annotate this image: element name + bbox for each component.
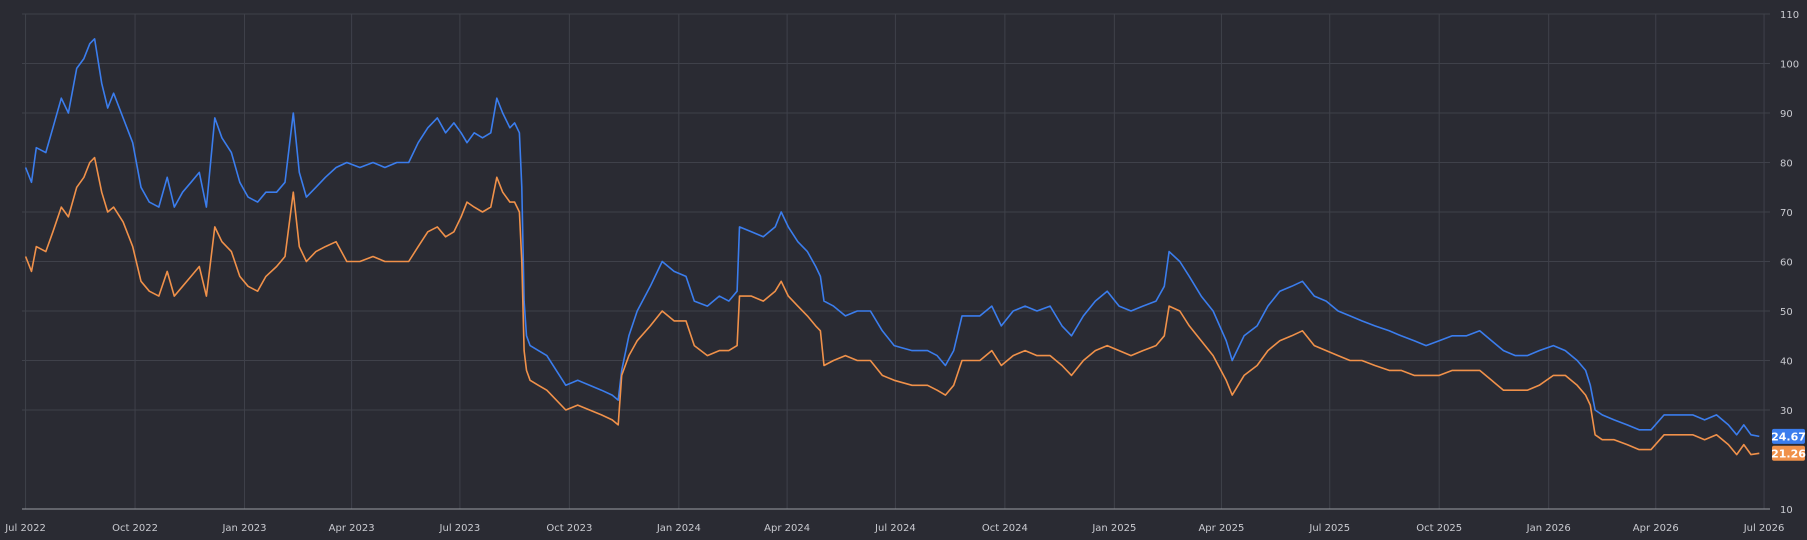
x-tick-label: Oct 2023 <box>546 523 592 534</box>
line-chart: Jul 2022 Oct 2022 Jan 2023 Apr 2023 Jul 2023… <box>4 10 1806 534</box>
last-value-label: 21.26 <box>1771 447 1806 460</box>
x-tick-label: Apr 2026 <box>1633 523 1679 534</box>
x-tick-label: Apr 2023 <box>329 523 375 534</box>
x-tick-label: Oct 2025 <box>1416 523 1462 534</box>
x-tick-label: Jan 2026 <box>1526 523 1571 534</box>
x-tick-label: Jan 2023 <box>221 523 266 534</box>
x-tick-label: Jan 2025 <box>1091 523 1136 534</box>
x-tick-label: Apr 2025 <box>1198 523 1244 534</box>
series-layer <box>24 38 1760 456</box>
x-tick-label: Jan 2024 <box>656 523 701 534</box>
x-tick-label: Jul 2022 <box>4 523 46 534</box>
grid <box>22 13 1770 509</box>
last-value-label: 24.67 <box>1771 430 1806 443</box>
y-tick-label: 110 <box>1780 10 1799 21</box>
last-value-badge-1: 24.67 <box>1771 428 1806 444</box>
y-tick-label: 60 <box>1780 258 1793 269</box>
x-tick-label: Apr 2024 <box>764 523 810 534</box>
x-tick-label: Oct 2024 <box>982 523 1028 534</box>
y-tick-label: 40 <box>1780 357 1793 368</box>
x-tick-label: Jul 2023 <box>439 523 481 534</box>
y-tick-label: 50 <box>1780 307 1793 318</box>
x-tick-label: Jul 2024 <box>874 523 916 534</box>
x-tick-label: Jul 2025 <box>1308 523 1350 534</box>
last-value-badge-2: 21.26 <box>1771 445 1806 461</box>
x-tick-label: Jul 2026 <box>1743 523 1785 534</box>
y-tick-label: 100 <box>1780 60 1799 71</box>
y-tick-label: 30 <box>1780 406 1793 417</box>
y-tick-label: 80 <box>1780 159 1793 170</box>
y-tick-label: 90 <box>1780 109 1793 120</box>
last-value-badges: 24.67 21.26 <box>1771 428 1806 461</box>
x-axis: Jul 2022 Oct 2022 Jan 2023 Apr 2023 Jul 2023… <box>4 508 1785 534</box>
x-tick-label: Oct 2022 <box>112 523 158 534</box>
series-line-1 <box>24 38 1760 438</box>
y-tick-label: 10 <box>1780 505 1793 516</box>
y-tick-label: 70 <box>1780 208 1793 219</box>
